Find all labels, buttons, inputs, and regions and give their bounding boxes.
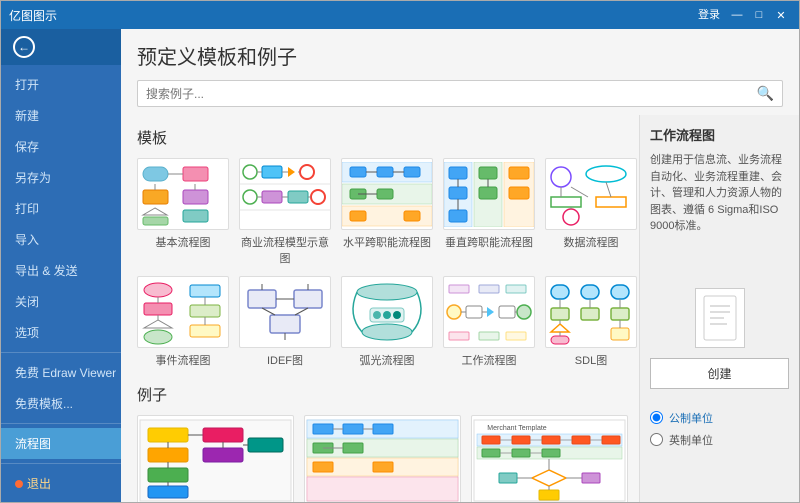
search-bar: 🔍: [137, 80, 783, 107]
sidebar: ← 打开 新建 保存 另存为 打印 导入 导出 & 发送 关闭 选项 免费 Ed…: [1, 29, 121, 502]
sidebar-item-export[interactable]: 导出 & 发送: [1, 255, 121, 286]
close-button[interactable]: ✕: [771, 6, 791, 24]
template-thumb-idef: [239, 276, 331, 348]
content-body: 模板: [121, 115, 799, 502]
sidebar-item-close[interactable]: 关闭: [1, 286, 121, 317]
template-name-idef: IDEF图: [267, 352, 303, 368]
examples-section-title: 例子: [137, 384, 623, 405]
template-item-idef[interactable]: IDEF图: [239, 276, 331, 368]
example-thumb-1: [137, 415, 294, 502]
template-item-vertical[interactable]: 垂直跨职能流程图: [443, 158, 535, 266]
search-icon: 🔍: [757, 85, 774, 102]
sidebar-divider: [1, 352, 121, 353]
app-title: 亿图图示: [9, 7, 57, 24]
svg-text:Merchant Template: Merchant Template: [487, 425, 547, 432]
right-panel: 工作流程图 创建用于信息流、业务流程自动化、业务流程重建、会计、管理和人力资源人…: [639, 115, 799, 502]
sidebar-item-open[interactable]: 打开: [1, 69, 121, 100]
sidebar-item-options[interactable]: 选项: [1, 317, 121, 348]
template-thumb-sdl: [545, 276, 637, 348]
right-panel-description: 创建用于信息流、业务流程自动化、业务流程重建、会计、管理和人力资源人物的图表、遵…: [650, 152, 789, 235]
template-thumb-workflow: [443, 276, 535, 348]
template-name-arc: 弧光流程图: [360, 352, 415, 368]
template-name-basic: 基本流程图: [156, 234, 211, 250]
sidebar-item-import[interactable]: 导入: [1, 224, 121, 255]
content-area: 预定义模板和例子 🔍 模板: [121, 29, 799, 502]
template-thumb-bpmn: [239, 158, 331, 230]
example-item-3[interactable]: Merchant Template: [471, 415, 628, 502]
sidebar-item-viewer[interactable]: 免费 Edraw Viewer: [1, 357, 121, 388]
unit-option-imperial[interactable]: 英制单位: [650, 429, 789, 451]
sidebar-item-saveas[interactable]: 另存为: [1, 162, 121, 193]
right-panel-title: 工作流程图: [650, 125, 789, 144]
template-item-horizontal[interactable]: 水平跨职能流程图: [341, 158, 433, 266]
templates-panel: 模板: [121, 115, 639, 502]
template-item-basic[interactable]: 基本流程图: [137, 158, 229, 266]
title-bar-left: 亿图图示: [9, 7, 57, 24]
sidebar-item-print[interactable]: 打印: [1, 193, 121, 224]
template-name-event: 事件流程图: [156, 352, 211, 368]
template-name-horizontal: 水平跨职能流程图: [343, 234, 431, 250]
templates-section-title: 模板: [137, 127, 623, 148]
template-item-arc[interactable]: 弧光流程图: [341, 276, 433, 368]
title-bar: 亿图图示 登录 — □ ✕: [1, 1, 799, 29]
unit-option-metric[interactable]: 公制单位: [650, 407, 789, 429]
sidebar-item-flowchart[interactable]: 流程图: [1, 428, 121, 459]
template-thumb-horizontal: [341, 158, 433, 230]
create-button[interactable]: 创建: [650, 358, 789, 389]
examples-grid: Merchant Template: [137, 415, 623, 502]
sidebar-divider-3: [1, 463, 121, 464]
sidebar-divider-2: [1, 423, 121, 424]
login-link[interactable]: 登录: [698, 6, 720, 22]
template-item-workflow[interactable]: 工作流程图: [443, 276, 535, 368]
template-name-workflow: 工作流程图: [462, 352, 517, 368]
template-thumb-basic: [137, 158, 229, 230]
search-input[interactable]: [146, 87, 757, 101]
content-header: 预定义模板和例子 🔍: [121, 29, 799, 115]
back-icon: ←: [13, 36, 35, 58]
preview-area: 创建 公制单位 英制单位: [650, 247, 789, 493]
example-thumb-3: Merchant Template: [471, 415, 628, 502]
template-name-dfd: 数据流程图: [564, 234, 619, 250]
back-button[interactable]: ←: [1, 29, 121, 65]
template-name-sdl: SDL图: [575, 352, 607, 368]
template-item-event[interactable]: 事件流程图: [137, 276, 229, 368]
template-item-sdl[interactable]: SDL图: [545, 276, 637, 368]
template-name-bpmn: 商业流程模型示意图: [239, 234, 331, 266]
sidebar-item-save[interactable]: 保存: [1, 131, 121, 162]
sidebar-item-free-templates[interactable]: 免费模板...: [1, 388, 121, 419]
minimize-button[interactable]: —: [727, 6, 747, 24]
page-title: 预定义模板和例子: [137, 41, 783, 70]
example-thumb-2: [304, 415, 461, 502]
app-window: 亿图图示 登录 — □ ✕ ← 打开 新建 保存 另存为 打印 导入 导出 & …: [0, 0, 800, 503]
sidebar-menu: 打开 新建 保存 另存为 打印 导入 导出 & 发送 关闭 选项 免费 Edra…: [1, 65, 121, 502]
template-item-bpmn[interactable]: 商业流程模型示意图: [239, 158, 331, 266]
template-thumb-arc: [341, 276, 433, 348]
title-bar-controls: — □ ✕: [727, 6, 791, 24]
unit-options: 公制单位 英制单位: [650, 407, 789, 451]
template-thumb-vertical: [443, 158, 535, 230]
maximize-button[interactable]: □: [749, 6, 769, 24]
main-area: ← 打开 新建 保存 另存为 打印 导入 导出 & 发送 关闭 选项 免费 Ed…: [1, 29, 799, 502]
template-thumb-dfd: [545, 158, 637, 230]
sidebar-item-exit[interactable]: 退出: [1, 468, 121, 499]
exit-dot: [15, 480, 23, 488]
template-name-vertical: 垂直跨职能流程图: [445, 234, 533, 250]
example-item-2[interactable]: [304, 415, 461, 502]
preview-icon: [695, 288, 745, 348]
sidebar-item-new[interactable]: 新建: [1, 100, 121, 131]
template-item-dfd[interactable]: 数据流程图: [545, 158, 637, 266]
template-thumb-event: [137, 276, 229, 348]
templates-grid: 基本流程图: [137, 158, 623, 368]
example-item-1[interactable]: [137, 415, 294, 502]
